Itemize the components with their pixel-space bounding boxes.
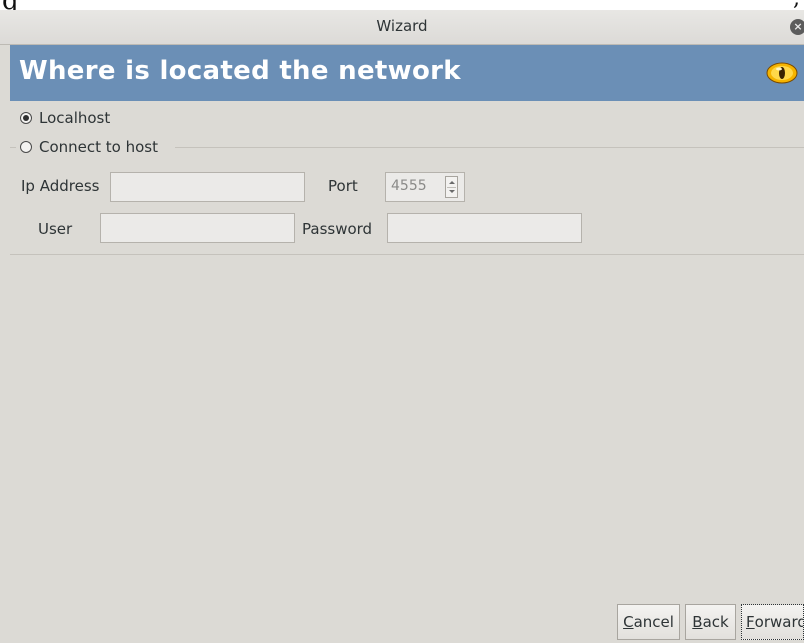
cancel-mnemonic: C [623, 613, 634, 631]
window-title: Wizard [376, 17, 428, 35]
group-frame-line [175, 147, 804, 148]
cancel-button[interactable]: Cancel [617, 604, 680, 640]
content-separator [10, 254, 804, 255]
port-spinbox[interactable]: 4555 [385, 172, 465, 202]
radio-connect-to-host[interactable]: Connect to host [20, 137, 158, 157]
window-titlebar[interactable]: Wizard × [0, 10, 804, 45]
top-edge-strip: g , [0, 0, 804, 10]
back-button[interactable]: Back [685, 604, 736, 640]
password-field[interactable] [387, 213, 582, 243]
page-title: Where is located the network [19, 56, 461, 86]
ip-address-field[interactable] [110, 172, 305, 202]
back-label-rest: ack [702, 613, 729, 631]
close-icon[interactable]: × [790, 19, 804, 35]
cancel-label-rest: ancel [633, 613, 674, 631]
user-label: User [38, 220, 73, 238]
forward-label-rest: orward [754, 613, 804, 631]
password-label: Password [302, 220, 373, 238]
edge-glyph-left: g [2, 0, 19, 10]
edge-glyph-right: , [793, 0, 800, 10]
wizard-header-banner: Where is located the network [10, 45, 804, 101]
ip-address-label: Ip Address [21, 177, 100, 195]
spin-up-icon[interactable] [449, 181, 455, 184]
port-value: 4555 [391, 178, 427, 194]
port-label: Port [328, 177, 358, 195]
radio-localhost[interactable]: Localhost [20, 108, 110, 128]
back-mnemonic: B [692, 613, 703, 631]
user-field[interactable] [100, 213, 295, 243]
radio-connect-label: Connect to host [39, 138, 158, 156]
port-spin-arrows[interactable] [445, 176, 458, 198]
radio-localhost-label: Localhost [39, 109, 111, 127]
forward-mnemonic: F [746, 613, 755, 631]
radio-localhost-indicator[interactable] [20, 112, 32, 124]
eye-logo-icon [766, 62, 798, 84]
forward-button[interactable]: Forward [741, 604, 804, 640]
group-frame-line-left [10, 147, 16, 148]
spin-down-icon[interactable] [449, 190, 455, 193]
radio-connect-indicator[interactable] [20, 141, 32, 153]
spin-divider [447, 187, 456, 188]
